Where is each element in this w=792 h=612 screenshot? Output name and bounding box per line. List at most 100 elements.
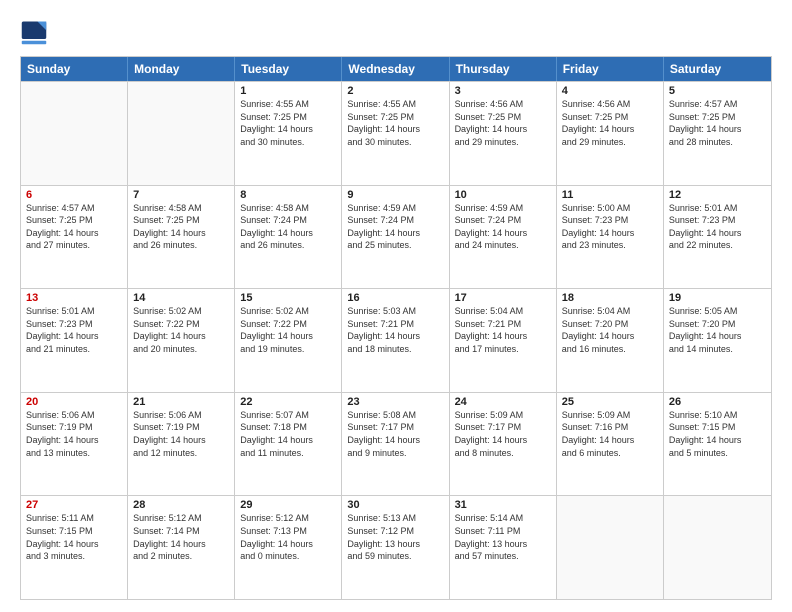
weekday-header-tuesday: Tuesday — [235, 57, 342, 81]
day-number: 15 — [240, 292, 336, 304]
cell-info: Sunrise: 5:09 AMSunset: 7:17 PMDaylight:… — [455, 409, 551, 459]
cell-info: Sunrise: 5:04 AMSunset: 7:20 PMDaylight:… — [562, 305, 658, 355]
day-number: 13 — [26, 292, 122, 304]
day-number: 14 — [133, 292, 229, 304]
weekday-header-saturday: Saturday — [664, 57, 771, 81]
header — [20, 18, 772, 46]
day-number: 19 — [669, 292, 766, 304]
day-number: 29 — [240, 499, 336, 511]
calendar-cell-31: 31Sunrise: 5:14 AMSunset: 7:11 PMDayligh… — [450, 496, 557, 599]
day-number: 4 — [562, 85, 658, 97]
cell-info: Sunrise: 5:06 AMSunset: 7:19 PMDaylight:… — [26, 409, 122, 459]
calendar-cell-26: 26Sunrise: 5:10 AMSunset: 7:15 PMDayligh… — [664, 393, 771, 496]
cell-info: Sunrise: 5:08 AMSunset: 7:17 PMDaylight:… — [347, 409, 443, 459]
cell-info: Sunrise: 4:58 AMSunset: 7:24 PMDaylight:… — [240, 202, 336, 252]
day-number: 10 — [455, 189, 551, 201]
weekday-header-monday: Monday — [128, 57, 235, 81]
calendar-cell-24: 24Sunrise: 5:09 AMSunset: 7:17 PMDayligh… — [450, 393, 557, 496]
cell-info: Sunrise: 4:58 AMSunset: 7:25 PMDaylight:… — [133, 202, 229, 252]
day-number: 31 — [455, 499, 551, 511]
day-number: 24 — [455, 396, 551, 408]
calendar-cell-16: 16Sunrise: 5:03 AMSunset: 7:21 PMDayligh… — [342, 289, 449, 392]
day-number: 28 — [133, 499, 229, 511]
weekday-header-thursday: Thursday — [450, 57, 557, 81]
cell-info: Sunrise: 5:01 AMSunset: 7:23 PMDaylight:… — [669, 202, 766, 252]
calendar-cell-9: 9Sunrise: 4:59 AMSunset: 7:24 PMDaylight… — [342, 186, 449, 289]
weekday-header-sunday: Sunday — [21, 57, 128, 81]
day-number: 6 — [26, 189, 122, 201]
calendar-body: 1Sunrise: 4:55 AMSunset: 7:25 PMDaylight… — [21, 81, 771, 599]
cell-info: Sunrise: 5:12 AMSunset: 7:13 PMDaylight:… — [240, 512, 336, 562]
calendar-cell-10: 10Sunrise: 4:59 AMSunset: 7:24 PMDayligh… — [450, 186, 557, 289]
calendar-cell-22: 22Sunrise: 5:07 AMSunset: 7:18 PMDayligh… — [235, 393, 342, 496]
calendar-cell-3: 3Sunrise: 4:56 AMSunset: 7:25 PMDaylight… — [450, 82, 557, 185]
calendar-cell-28: 28Sunrise: 5:12 AMSunset: 7:14 PMDayligh… — [128, 496, 235, 599]
calendar-cell-empty — [664, 496, 771, 599]
day-number: 21 — [133, 396, 229, 408]
day-number: 3 — [455, 85, 551, 97]
calendar-cell-29: 29Sunrise: 5:12 AMSunset: 7:13 PMDayligh… — [235, 496, 342, 599]
cell-info: Sunrise: 5:04 AMSunset: 7:21 PMDaylight:… — [455, 305, 551, 355]
calendar-cell-empty — [128, 82, 235, 185]
calendar-cell-13: 13Sunrise: 5:01 AMSunset: 7:23 PMDayligh… — [21, 289, 128, 392]
calendar-cell-empty — [21, 82, 128, 185]
weekday-header-wednesday: Wednesday — [342, 57, 449, 81]
calendar-cell-8: 8Sunrise: 4:58 AMSunset: 7:24 PMDaylight… — [235, 186, 342, 289]
calendar-cell-11: 11Sunrise: 5:00 AMSunset: 7:23 PMDayligh… — [557, 186, 664, 289]
day-number: 16 — [347, 292, 443, 304]
cell-info: Sunrise: 5:02 AMSunset: 7:22 PMDaylight:… — [240, 305, 336, 355]
calendar-row-2: 6Sunrise: 4:57 AMSunset: 7:25 PMDaylight… — [21, 185, 771, 289]
cell-info: Sunrise: 4:55 AMSunset: 7:25 PMDaylight:… — [347, 98, 443, 148]
day-number: 9 — [347, 189, 443, 201]
calendar-cell-2: 2Sunrise: 4:55 AMSunset: 7:25 PMDaylight… — [342, 82, 449, 185]
day-number: 12 — [669, 189, 766, 201]
day-number: 23 — [347, 396, 443, 408]
calendar-cell-empty — [557, 496, 664, 599]
day-number: 25 — [562, 396, 658, 408]
cell-info: Sunrise: 4:59 AMSunset: 7:24 PMDaylight:… — [455, 202, 551, 252]
cell-info: Sunrise: 4:56 AMSunset: 7:25 PMDaylight:… — [562, 98, 658, 148]
day-number: 27 — [26, 499, 122, 511]
cell-info: Sunrise: 4:57 AMSunset: 7:25 PMDaylight:… — [669, 98, 766, 148]
calendar-row-3: 13Sunrise: 5:01 AMSunset: 7:23 PMDayligh… — [21, 288, 771, 392]
day-number: 1 — [240, 85, 336, 97]
calendar-cell-27: 27Sunrise: 5:11 AMSunset: 7:15 PMDayligh… — [21, 496, 128, 599]
calendar-row-1: 1Sunrise: 4:55 AMSunset: 7:25 PMDaylight… — [21, 81, 771, 185]
calendar-cell-14: 14Sunrise: 5:02 AMSunset: 7:22 PMDayligh… — [128, 289, 235, 392]
day-number: 30 — [347, 499, 443, 511]
calendar: SundayMondayTuesdayWednesdayThursdayFrid… — [20, 56, 772, 600]
cell-info: Sunrise: 4:56 AMSunset: 7:25 PMDaylight:… — [455, 98, 551, 148]
cell-info: Sunrise: 5:11 AMSunset: 7:15 PMDaylight:… — [26, 512, 122, 562]
calendar-cell-4: 4Sunrise: 4:56 AMSunset: 7:25 PMDaylight… — [557, 82, 664, 185]
cell-info: Sunrise: 5:09 AMSunset: 7:16 PMDaylight:… — [562, 409, 658, 459]
calendar-cell-23: 23Sunrise: 5:08 AMSunset: 7:17 PMDayligh… — [342, 393, 449, 496]
calendar-cell-17: 17Sunrise: 5:04 AMSunset: 7:21 PMDayligh… — [450, 289, 557, 392]
cell-info: Sunrise: 5:13 AMSunset: 7:12 PMDaylight:… — [347, 512, 443, 562]
page: SundayMondayTuesdayWednesdayThursdayFrid… — [0, 0, 792, 612]
calendar-cell-1: 1Sunrise: 4:55 AMSunset: 7:25 PMDaylight… — [235, 82, 342, 185]
day-number: 7 — [133, 189, 229, 201]
calendar-cell-20: 20Sunrise: 5:06 AMSunset: 7:19 PMDayligh… — [21, 393, 128, 496]
calendar-cell-19: 19Sunrise: 5:05 AMSunset: 7:20 PMDayligh… — [664, 289, 771, 392]
calendar-row-5: 27Sunrise: 5:11 AMSunset: 7:15 PMDayligh… — [21, 495, 771, 599]
calendar-cell-30: 30Sunrise: 5:13 AMSunset: 7:12 PMDayligh… — [342, 496, 449, 599]
cell-info: Sunrise: 4:55 AMSunset: 7:25 PMDaylight:… — [240, 98, 336, 148]
cell-info: Sunrise: 4:59 AMSunset: 7:24 PMDaylight:… — [347, 202, 443, 252]
day-number: 26 — [669, 396, 766, 408]
day-number: 2 — [347, 85, 443, 97]
calendar-cell-25: 25Sunrise: 5:09 AMSunset: 7:16 PMDayligh… — [557, 393, 664, 496]
calendar-cell-12: 12Sunrise: 5:01 AMSunset: 7:23 PMDayligh… — [664, 186, 771, 289]
cell-info: Sunrise: 5:03 AMSunset: 7:21 PMDaylight:… — [347, 305, 443, 355]
cell-info: Sunrise: 5:07 AMSunset: 7:18 PMDaylight:… — [240, 409, 336, 459]
cell-info: Sunrise: 5:01 AMSunset: 7:23 PMDaylight:… — [26, 305, 122, 355]
day-number: 8 — [240, 189, 336, 201]
day-number: 20 — [26, 396, 122, 408]
calendar-cell-15: 15Sunrise: 5:02 AMSunset: 7:22 PMDayligh… — [235, 289, 342, 392]
cell-info: Sunrise: 5:00 AMSunset: 7:23 PMDaylight:… — [562, 202, 658, 252]
cell-info: Sunrise: 5:05 AMSunset: 7:20 PMDaylight:… — [669, 305, 766, 355]
day-number: 18 — [562, 292, 658, 304]
calendar-cell-6: 6Sunrise: 4:57 AMSunset: 7:25 PMDaylight… — [21, 186, 128, 289]
calendar-cell-7: 7Sunrise: 4:58 AMSunset: 7:25 PMDaylight… — [128, 186, 235, 289]
calendar-cell-5: 5Sunrise: 4:57 AMSunset: 7:25 PMDaylight… — [664, 82, 771, 185]
day-number: 17 — [455, 292, 551, 304]
